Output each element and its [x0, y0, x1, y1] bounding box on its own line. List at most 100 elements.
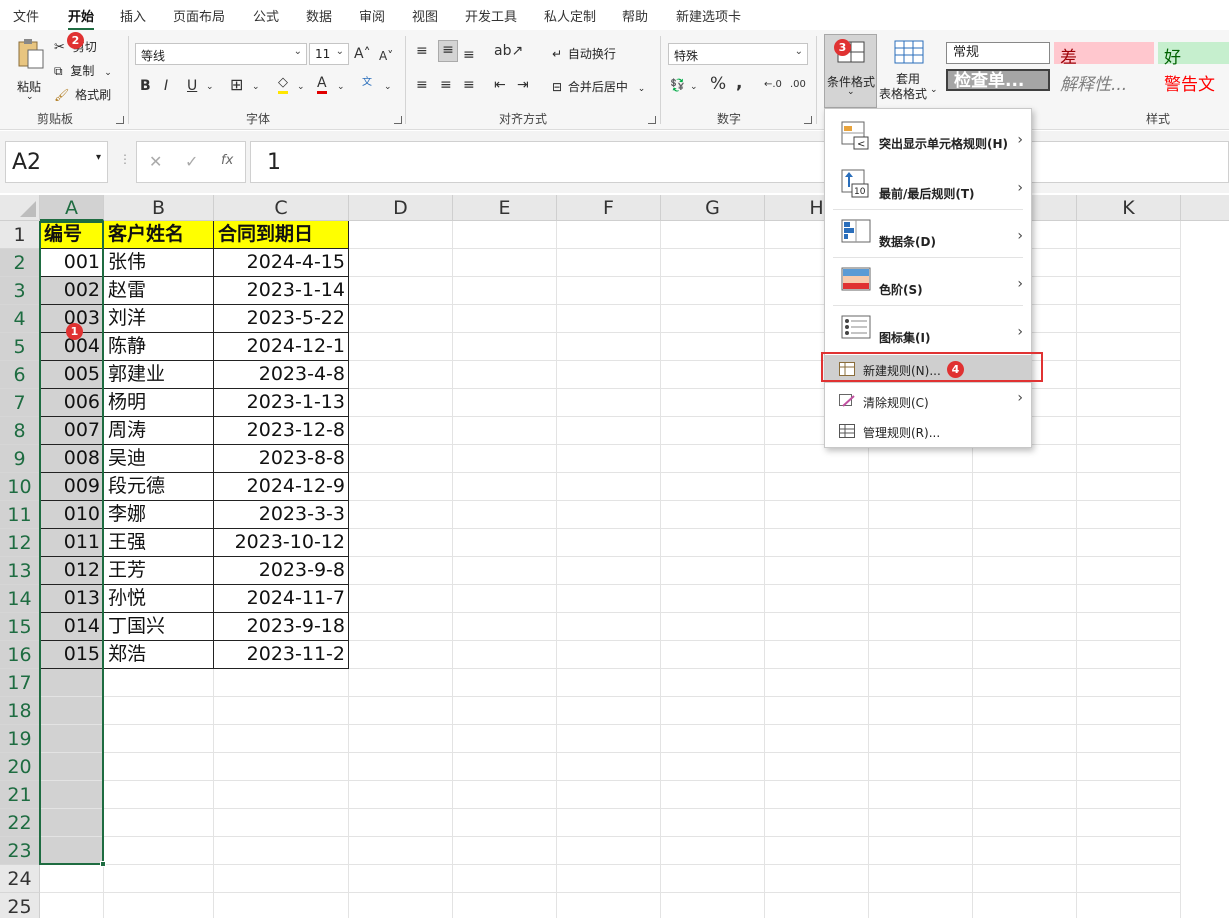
- cell[interactable]: [349, 837, 453, 865]
- column-header-e[interactable]: E: [453, 195, 557, 221]
- cell[interactable]: [453, 557, 557, 585]
- cell[interactable]: [104, 669, 214, 697]
- menu-item-color-scales[interactable]: 色阶(S) ›: [825, 261, 1031, 305]
- select-all-corner[interactable]: [0, 195, 40, 221]
- cell[interactable]: [765, 781, 869, 809]
- name-cell[interactable]: 张伟: [104, 249, 214, 277]
- cell[interactable]: [453, 725, 557, 753]
- fill-handle[interactable]: [100, 861, 106, 867]
- cell[interactable]: [661, 669, 765, 697]
- cell[interactable]: [869, 725, 973, 753]
- cell[interactable]: [973, 585, 1077, 613]
- cell[interactable]: [214, 781, 349, 809]
- cell[interactable]: [453, 529, 557, 557]
- date-cell[interactable]: 2024-11-7: [214, 585, 349, 613]
- cell[interactable]: [973, 473, 1077, 501]
- cell[interactable]: [661, 361, 765, 389]
- style-check-cell[interactable]: 检查单...: [946, 69, 1050, 91]
- cell[interactable]: [869, 445, 973, 473]
- cell[interactable]: [104, 753, 214, 781]
- cell[interactable]: [1077, 697, 1181, 725]
- cell[interactable]: [869, 529, 973, 557]
- style-warning[interactable]: 警告文: [1158, 69, 1229, 95]
- cell[interactable]: [349, 809, 453, 837]
- name-box[interactable]: A2 ▾: [5, 141, 108, 183]
- cell[interactable]: [973, 837, 1077, 865]
- cell[interactable]: [214, 837, 349, 865]
- date-cell[interactable]: 2023-1-13: [214, 389, 349, 417]
- cell[interactable]: [349, 445, 453, 473]
- cell[interactable]: [973, 641, 1077, 669]
- tab-developer[interactable]: 开发工具: [465, 6, 517, 25]
- fill-color-icon[interactable]: ◇: [278, 75, 288, 94]
- cell[interactable]: [349, 725, 453, 753]
- cell[interactable]: [557, 305, 661, 333]
- cell[interactable]: [453, 221, 557, 249]
- row-header-18[interactable]: 18: [0, 697, 40, 725]
- function-icon[interactable]: fx: [221, 153, 233, 168]
- date-cell[interactable]: 2023-1-14: [214, 277, 349, 305]
- cell[interactable]: [349, 501, 453, 529]
- name-cell[interactable]: 李娜: [104, 501, 214, 529]
- cell[interactable]: [869, 557, 973, 585]
- cell[interactable]: [557, 557, 661, 585]
- cell[interactable]: [661, 781, 765, 809]
- row-header-21[interactable]: 21: [0, 781, 40, 809]
- paste-button[interactable]: 粘贴 ⌄: [14, 38, 48, 118]
- cell[interactable]: [349, 781, 453, 809]
- align-middle-icon[interactable]: ≡: [438, 40, 458, 62]
- name-cell[interactable]: 吴迪: [104, 445, 214, 473]
- name-cell[interactable]: 王芳: [104, 557, 214, 585]
- cell[interactable]: [557, 445, 661, 473]
- date-cell[interactable]: 2023-9-8: [214, 557, 349, 585]
- column-header-f[interactable]: F: [557, 195, 661, 221]
- tab-insert[interactable]: 插入: [120, 6, 146, 25]
- tab-new[interactable]: 新建选项卡: [676, 6, 741, 25]
- cell[interactable]: [453, 697, 557, 725]
- cell[interactable]: [869, 585, 973, 613]
- cell[interactable]: [973, 557, 1077, 585]
- row-header-23[interactable]: 23: [0, 837, 40, 865]
- cell[interactable]: [557, 725, 661, 753]
- cell[interactable]: [869, 865, 973, 893]
- cell[interactable]: [1077, 725, 1181, 753]
- table-header[interactable]: 合同到期日: [214, 221, 349, 249]
- confirm-icon[interactable]: ✓: [185, 152, 198, 171]
- cell[interactable]: [557, 389, 661, 417]
- decrease-decimal-icon[interactable]: .00: [790, 76, 806, 94]
- cell[interactable]: [214, 697, 349, 725]
- cell[interactable]: [661, 529, 765, 557]
- dialog-launcher-icon[interactable]: [804, 116, 812, 124]
- underline-icon[interactable]: U: [187, 77, 197, 95]
- cell[interactable]: [1077, 893, 1181, 918]
- date-cell[interactable]: 2024-4-15: [214, 249, 349, 277]
- cell[interactable]: [765, 837, 869, 865]
- name-cell[interactable]: 王强: [104, 529, 214, 557]
- column-header-extra[interactable]: [1181, 195, 1229, 221]
- align-right-icon[interactable]: ≡: [463, 76, 475, 94]
- dialog-launcher-icon[interactable]: [648, 116, 656, 124]
- row-header-22[interactable]: 22: [0, 809, 40, 837]
- name-cell[interactable]: 刘洋: [104, 305, 214, 333]
- cell[interactable]: [765, 557, 869, 585]
- row-header-4[interactable]: 4: [0, 305, 40, 333]
- name-cell[interactable]: 周涛: [104, 417, 214, 445]
- row-header-5[interactable]: 5: [0, 333, 40, 361]
- cell[interactable]: [661, 417, 765, 445]
- cell[interactable]: [104, 697, 214, 725]
- style-good[interactable]: 好: [1158, 42, 1229, 68]
- cell[interactable]: [214, 865, 349, 893]
- cell[interactable]: [869, 613, 973, 641]
- cell[interactable]: [1077, 837, 1181, 865]
- cell[interactable]: [661, 221, 765, 249]
- drag-handle-icon[interactable]: ⋮: [119, 152, 131, 166]
- copy-button[interactable]: ⧉ 复制 ⌄: [54, 62, 112, 79]
- cell[interactable]: [661, 865, 765, 893]
- menu-item-clear-rules[interactable]: 清除规则(C) ›: [825, 387, 1031, 415]
- cell[interactable]: [349, 865, 453, 893]
- name-cell[interactable]: 孙悦: [104, 585, 214, 613]
- cell[interactable]: [869, 893, 973, 918]
- cell[interactable]: [557, 697, 661, 725]
- cell[interactable]: [453, 837, 557, 865]
- row-header-3[interactable]: 3: [0, 277, 40, 305]
